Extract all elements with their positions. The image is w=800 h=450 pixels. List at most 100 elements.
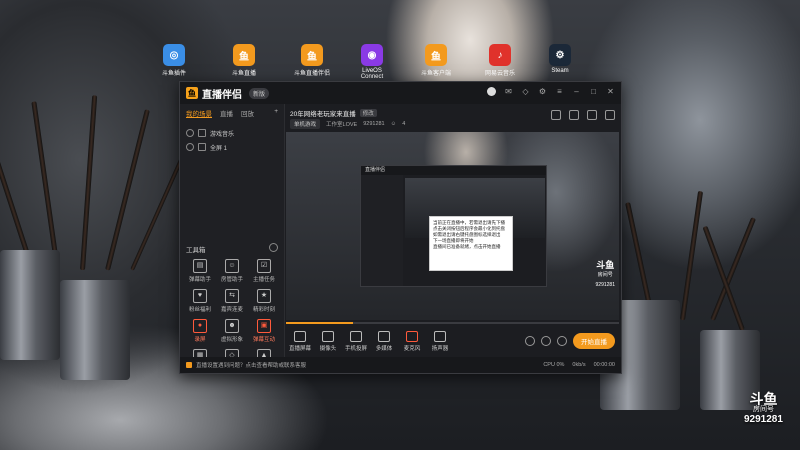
notice-icon[interactable]	[587, 110, 597, 120]
desktop-icon-label: 斗鱼直播	[231, 71, 256, 77]
preview-progress-bar[interactable]	[286, 322, 619, 324]
status-tip[interactable]: 直播设置遇到问题？点击查看帮助或联系客服	[186, 361, 306, 369]
record-icon[interactable]	[525, 336, 535, 346]
source-button[interactable]: 多媒体	[370, 330, 398, 352]
share-icon[interactable]	[551, 110, 561, 120]
menu-icon[interactable]: ≡	[555, 87, 564, 96]
desktop-icon-label: 斗鱼客户端	[420, 71, 451, 77]
room-label: 工作室LOVE	[326, 122, 358, 128]
tool-label: 嘉宾连麦	[220, 307, 243, 313]
stream-title: 20年网络老玩家来直播	[290, 111, 356, 118]
record-icon: ●	[193, 319, 207, 333]
data-icon[interactable]	[569, 110, 579, 120]
scene-label: 游戏音乐	[210, 131, 235, 138]
desktop-icon[interactable]: ♪ 网易云音乐	[480, 44, 520, 77]
stream-preview[interactable]: 直播伴侣 当前正在直播中，若需退出请先下播 点击关闭按钮后程序会最小化到托盘 如需退…	[286, 132, 619, 320]
watermark-label: 房间号	[597, 272, 613, 278]
scene-label: 全屏 1	[210, 145, 228, 152]
desktop-icon[interactable]: ◉ LiveOS Connect	[352, 44, 392, 80]
danmaku-icon: ▤	[193, 259, 207, 273]
maximize-icon[interactable]: □	[589, 87, 598, 96]
tool-item[interactable]: ♥ 粉丝福利	[184, 289, 216, 313]
edit-title-button[interactable]: 修改	[359, 109, 377, 117]
eye-icon[interactable]	[186, 129, 194, 137]
tool-label: 主播任务	[252, 277, 275, 283]
corner-watermark-logo: 斗鱼	[749, 391, 778, 407]
screen-icon	[294, 330, 306, 342]
settings-icon[interactable]	[557, 336, 567, 346]
liveos-icon: ◉	[361, 44, 383, 66]
progress-fill	[286, 322, 353, 324]
desktop-icon[interactable]: ◎ 斗鱼插件	[154, 44, 194, 77]
tool-label: 弹幕互动	[252, 337, 275, 343]
douyu-icon: 鱼	[301, 44, 323, 66]
nested-preview-window: 直播伴侣 当前正在直播中，若需退出请先下播 点击关闭按钮后程序会最小化到托盘 如需退…	[360, 165, 547, 287]
add-scene-button[interactable]: +	[274, 108, 278, 118]
toolbox-settings-icon[interactable]	[269, 243, 278, 252]
control-right: 开始直播	[525, 333, 615, 349]
tool-item[interactable]: ☑ 主播任务	[248, 259, 280, 283]
close-icon[interactable]: ✕	[606, 87, 615, 96]
source-button-label: 多媒体	[375, 345, 393, 352]
source-button[interactable]: 摄像头	[314, 330, 342, 352]
desktop-icon-label: 网易云音乐	[484, 71, 515, 77]
source-button[interactable]: 扬声器	[426, 330, 454, 352]
settings-icon[interactable]: ⚙	[538, 87, 547, 96]
tab-replay[interactable]: 回放	[241, 108, 254, 118]
tool-label: 房管助手	[220, 277, 243, 283]
eye-icon[interactable]	[186, 143, 194, 151]
netease-music-icon: ♪	[489, 44, 511, 66]
desktop-icon-label: LiveOS Connect	[360, 68, 384, 80]
tool-item[interactable]: ▤ 弹幕助手	[184, 259, 216, 283]
tool-label: 虚拟形象	[220, 337, 243, 343]
source-button-label: 扬声器	[431, 345, 449, 352]
desktop-icon[interactable]: 鱼斗鱼客户端	[416, 44, 456, 77]
interact-icon: ▣	[257, 319, 271, 333]
tool-label: 录屏	[194, 337, 206, 343]
start-live-button[interactable]: 开始直播	[573, 333, 615, 349]
tool-item[interactable]: ☺ 房管助手	[216, 259, 248, 283]
tool-item[interactable]: ★ 精彩时刻	[248, 289, 280, 313]
microphone-icon	[406, 330, 418, 342]
desktop-icon[interactable]: 鱼斗鱼直播	[224, 44, 264, 77]
desktop-icon[interactable]: 鱼斗鱼直播伴侣	[292, 44, 332, 77]
lock-icon[interactable]	[198, 143, 206, 151]
avatar[interactable]	[487, 87, 496, 96]
lock-icon[interactable]	[198, 129, 206, 137]
source-controls: 直播屏幕 摄像头 手机投屏 多媒体 麦克风 扬声器 开始直播	[286, 326, 621, 356]
scene-item[interactable]: 游戏音乐	[180, 126, 284, 140]
preview-icon[interactable]	[541, 336, 551, 346]
source-button[interactable]: 麦克风	[398, 330, 426, 352]
more-icon[interactable]	[605, 110, 615, 120]
message-icon[interactable]: ✉	[504, 87, 513, 96]
version-badge[interactable]: 新版	[249, 87, 270, 99]
room-id: 9291281	[363, 121, 385, 127]
corner-watermark: 斗鱼 房间号 9291281	[744, 392, 783, 425]
stream-header: 20年网络老玩家来直播 修改 单机游戏 工作室LOVE 9291281 ☺ 4	[286, 104, 621, 130]
minimize-icon[interactable]: –	[572, 87, 581, 96]
avatar-icon: ☻	[225, 319, 239, 333]
camera-icon	[322, 330, 334, 342]
header-tools	[551, 110, 615, 120]
tool-item[interactable]: ● 录屏	[184, 319, 216, 343]
viewer-count: 4	[402, 121, 406, 127]
nested-left-panel	[361, 175, 403, 286]
scene-tabs: 我的场景 直播 回放 +	[180, 104, 284, 122]
source-button[interactable]: 直播屏幕	[286, 330, 314, 352]
title-bar: 鱼 直播伴侣 新版 ✉ ◇ ⚙ ≡ – □ ✕	[180, 82, 621, 104]
tool-item[interactable]: ▣ 弹幕互动	[248, 319, 280, 343]
tab-my-scenes[interactable]: 我的场景	[186, 108, 212, 118]
source-button-label: 直播屏幕	[288, 345, 311, 352]
category-chip[interactable]: 单机游戏	[290, 119, 321, 129]
tab-live[interactable]: 直播	[220, 108, 233, 118]
tool-item[interactable]: ⇆ 嘉宾连麦	[216, 289, 248, 313]
window-controls: ✉ ◇ ⚙ ≡ – □ ✕	[487, 87, 615, 96]
gift-icon[interactable]: ◇	[521, 87, 530, 96]
scene-item[interactable]: 全屏 1	[180, 140, 284, 154]
speaker-icon	[434, 330, 446, 342]
desktop-icon[interactable]: ⚙ Steam	[540, 44, 580, 74]
tool-item[interactable]: ☻ 虚拟形象	[216, 319, 248, 343]
source-button[interactable]: 手机投屏	[342, 330, 370, 352]
watermark-room-id: 9291281	[595, 282, 615, 288]
status-bar: 直播设置遇到问题？点击查看帮助或联系客服 CPU 0% 0kb/s 00:00:…	[180, 357, 621, 373]
